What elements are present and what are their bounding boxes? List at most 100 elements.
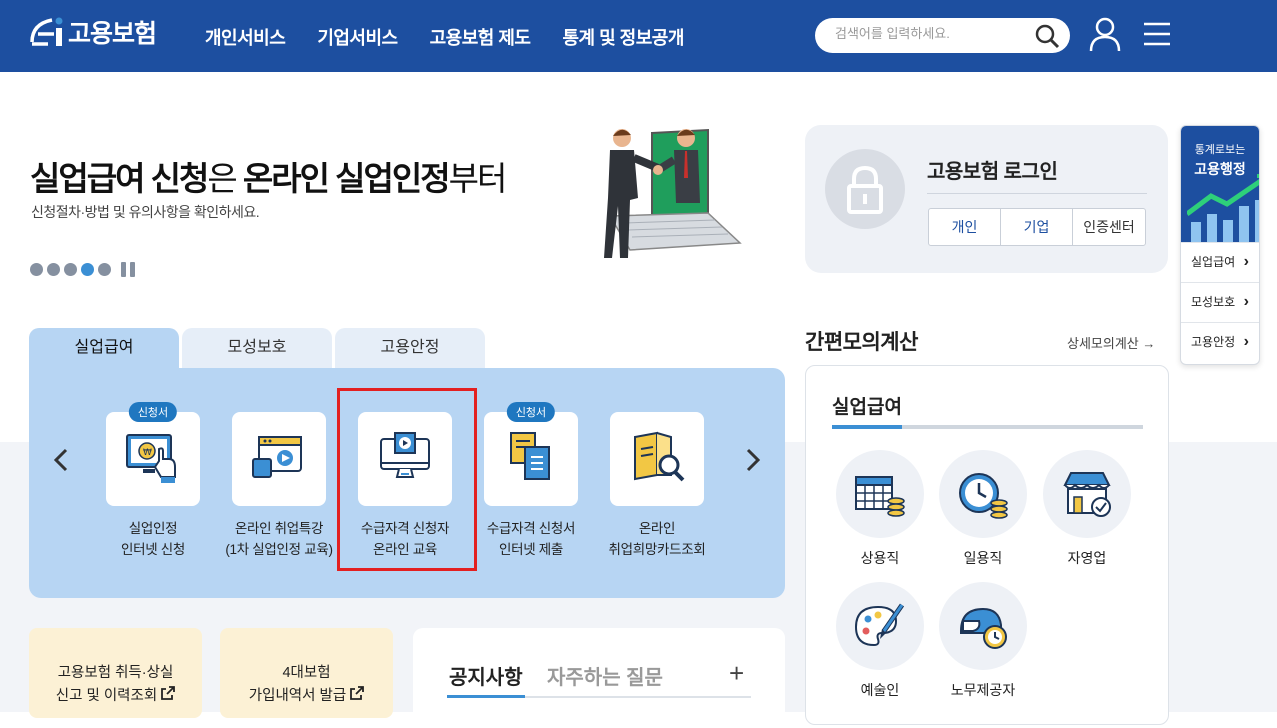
slide-dot[interactable]: [64, 263, 77, 276]
site-logo[interactable]: 고용보험: [28, 12, 157, 52]
service-label: 온라인취업희망카드조회: [595, 518, 719, 560]
stats-banner-line1: 통계로보는: [1194, 144, 1246, 156]
service-item-online-lecture[interactable]: 온라인 취업특강 (1차 실업인정 교육): [217, 412, 341, 560]
service-label-line1: 수급자격 신청서: [486, 521, 576, 536]
calc-item-label: 예술인: [860, 682, 900, 698]
service-tabs: 실업급여 모성보호 고용안정: [29, 328, 485, 368]
calc-item-label: 일용직: [963, 550, 1003, 566]
slide-dot[interactable]: [30, 263, 43, 276]
card-line1: 4대보험: [282, 665, 331, 681]
tab-maternity[interactable]: 모성보호: [182, 328, 332, 368]
external-link-icon: [161, 686, 176, 704]
calc-item-label: 자영업: [1067, 550, 1107, 566]
service-label-line1: 실업인정: [128, 521, 178, 536]
hero-title-part: 부터: [448, 160, 508, 197]
service-label-line2: 취업희망카드조회: [608, 542, 706, 557]
quick-link-maternity[interactable]: 모성보호: [1181, 282, 1259, 322]
application-badge: 신청서: [128, 402, 178, 422]
external-link-icon: [350, 686, 365, 704]
nav-system[interactable]: 고용보험 제도: [430, 24, 531, 50]
service-label-line2: 인터넷 제출: [498, 542, 564, 557]
calc-item-label: 노무제공자: [950, 682, 1016, 698]
chevron-right-icon[interactable]: [743, 448, 763, 477]
service-icon-box: 신청서 ₩: [106, 402, 200, 506]
tab-stability[interactable]: 고용안정: [335, 328, 485, 368]
service-label-line1: 온라인: [638, 521, 676, 536]
calc-item-self-employed[interactable]: 자영업: [1043, 450, 1131, 568]
quick-panel: 통계로보는 고용행정 실업급여 모성보호 고용안정: [1180, 125, 1260, 365]
service-label-line1: 온라인 취업특강: [234, 521, 324, 536]
main-nav: 개인서비스 기업서비스 고용보험 제도 통계 및 정보공개: [205, 24, 684, 50]
search-input[interactable]: [835, 26, 1025, 41]
hero-title-part: 은: [207, 160, 243, 197]
search-icon[interactable]: [1034, 23, 1060, 54]
hamburger-menu-icon[interactable]: [1143, 22, 1171, 51]
service-label: 온라인 취업특강 (1차 실업인정 교육): [217, 518, 341, 560]
divider: [927, 193, 1147, 194]
logo-text: 고용보험: [68, 20, 157, 48]
calc-item-daily[interactable]: 일용직: [939, 450, 1027, 568]
nav-statistics[interactable]: 통계 및 정보공개: [563, 24, 685, 50]
service-label: 수급자격 신청서인터넷 제출: [469, 518, 593, 560]
card-insurance-history[interactable]: 고용보험 취득·상실 신고 및 이력조회: [29, 628, 202, 718]
stats-banner[interactable]: 통계로보는 고용행정: [1181, 126, 1259, 242]
slide-dot[interactable]: [47, 263, 60, 276]
application-badge: 신청서: [506, 402, 556, 422]
growth-chart-icon: [1187, 174, 1259, 242]
slide-dot[interactable]: [98, 263, 111, 276]
calc-box: 실업급여 상용직 일용직 자영업 예술인 노무제공자: [805, 365, 1169, 725]
quick-link-unemployment[interactable]: 실업급여: [1181, 242, 1259, 282]
login-title: 고용보험 로그인: [927, 161, 1058, 183]
tab-faq[interactable]: 자주하는 질문: [547, 661, 663, 690]
helmet-clock-icon: [939, 582, 1027, 670]
more-plus-icon[interactable]: +: [729, 658, 744, 689]
svg-text:₩: ₩: [143, 448, 152, 458]
chevron-left-icon[interactable]: [51, 448, 71, 477]
top-header: 고용보험 개인서비스 기업서비스 고용보험 제도 통계 및 정보공개: [0, 0, 1277, 72]
card-line2: 신고 및 이력조회: [55, 688, 158, 704]
tab-notices[interactable]: 공지사항: [449, 661, 523, 690]
login-personal-button[interactable]: 개인: [929, 209, 1001, 245]
pause-icon[interactable]: [121, 262, 135, 277]
nav-business[interactable]: 기업서비스: [317, 24, 398, 50]
service-label: 실업인정 인터넷 신청: [91, 518, 215, 560]
handshake-laptop-illustration: [590, 118, 790, 273]
store-check-icon: [1043, 450, 1131, 538]
video-window-icon: [249, 429, 309, 490]
calc-item-artist[interactable]: 예술인: [836, 582, 924, 700]
card-search-icon: [627, 429, 687, 490]
calc-title: 실업급여: [832, 397, 902, 418]
card-line2: 가입내역서 발급: [248, 688, 347, 704]
logo-mark-icon: [28, 12, 66, 52]
slide-dot-active[interactable]: [81, 263, 94, 276]
calendar-coins-icon: [836, 450, 924, 538]
tab-unemployment[interactable]: 실업급여: [29, 328, 179, 368]
calc-tab-bar: [832, 425, 1143, 429]
service-label-line2: (1차 실업인정 교육): [225, 542, 333, 557]
service-icon-box: 신청서: [484, 402, 578, 506]
monitor-coin-icon: ₩: [123, 429, 183, 490]
calc-item-regular[interactable]: 상용직: [836, 450, 924, 568]
notice-board: 공지사항 자주하는 질문 +: [413, 628, 785, 728]
user-icon[interactable]: [1088, 16, 1122, 57]
clock-coins-icon: [939, 450, 1027, 538]
service-item-unemployment-recognition[interactable]: 신청서 ₩ 실업인정 인터넷 신청: [91, 402, 215, 560]
login-business-button[interactable]: 기업: [1001, 209, 1073, 245]
service-icon-box: [610, 412, 704, 506]
service-item-claim-submission[interactable]: 신청서 수급자격 신청서인터넷 제출: [469, 402, 593, 560]
documents-icon: [501, 429, 561, 490]
detailed-calc-link[interactable]: 상세모의계산 →: [1067, 333, 1155, 352]
search-bar: [815, 18, 1070, 53]
notice-tab-underline: [447, 695, 751, 698]
hero-subtitle: 신청절차·방법 및 유의사항을 확인하세요.: [31, 204, 260, 220]
certificate-center-button[interactable]: 인증센터: [1073, 209, 1145, 245]
nav-personal[interactable]: 개인서비스: [205, 24, 286, 50]
service-item-hope-card[interactable]: 온라인취업희망카드조회: [595, 412, 719, 560]
card-insurance-certificate[interactable]: 4대보험 가입내역서 발급: [220, 628, 393, 718]
calc-item-labor-provider[interactable]: 노무제공자: [939, 582, 1027, 700]
hero-title-part: 온라인 실업인정: [242, 160, 451, 197]
quick-link-stability[interactable]: 고용안정: [1181, 322, 1259, 362]
service-icon-box: [232, 412, 326, 506]
login-box: 고용보험 로그인 개인 기업 인증센터: [805, 125, 1168, 273]
highlight-box: [337, 388, 477, 571]
